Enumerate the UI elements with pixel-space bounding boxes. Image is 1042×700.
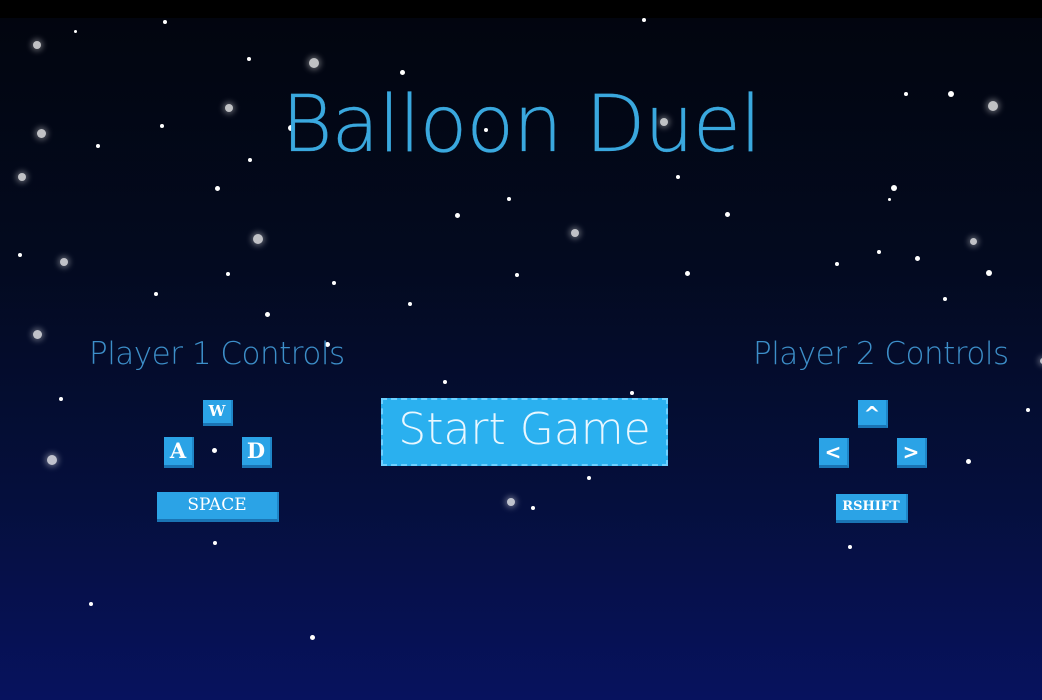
star [1026,408,1030,412]
player2-key-fire: RSHIFT [836,494,908,523]
top-bar [0,0,1042,18]
star [253,234,263,244]
star [455,213,460,218]
star [154,292,158,296]
star [332,281,336,285]
star [60,258,68,266]
star [571,229,579,237]
star [18,253,22,257]
star [215,186,220,191]
player1-key-right: D [242,437,272,468]
star [163,20,167,24]
star [835,262,839,266]
star [685,271,690,276]
player2-controls-heading: Player 2 Controls [753,336,1009,372]
star [888,198,891,201]
game-stage: Balloon Duel Player 1 Controls W A D SPA… [0,18,1042,700]
star [265,312,270,317]
star [74,30,77,33]
star [247,57,251,61]
player1-key-left: A [164,437,194,468]
star [443,380,447,384]
star [507,498,515,506]
star [515,273,519,277]
player2-key-right: > [897,438,927,468]
player1-key-up: W [203,400,233,426]
star [630,391,634,395]
star [531,506,535,510]
star [507,197,511,201]
start-game-button[interactable]: Start Game [381,398,668,466]
star [587,476,591,480]
star [33,41,41,49]
star [226,272,230,276]
player1-key-fire: SPACE [157,492,279,522]
star [89,602,93,606]
star [309,58,319,68]
star [966,459,971,464]
star [212,448,217,453]
game-title: Balloon Duel [281,80,761,170]
star [59,397,63,401]
star [676,175,680,179]
star [986,270,992,276]
star [408,302,412,306]
star [848,545,852,549]
player1-controls-heading: Player 1 Controls [89,336,345,372]
star [33,330,42,339]
star [891,185,897,191]
star [642,18,646,22]
star [400,70,405,75]
star [18,173,26,181]
player2-key-left: < [819,438,849,468]
star [915,256,920,261]
star [310,635,315,640]
star [970,238,977,245]
star [213,541,217,545]
star [877,250,881,254]
star [725,212,730,217]
star [943,297,947,301]
star [47,455,57,465]
player2-key-up: ^ [858,400,888,428]
